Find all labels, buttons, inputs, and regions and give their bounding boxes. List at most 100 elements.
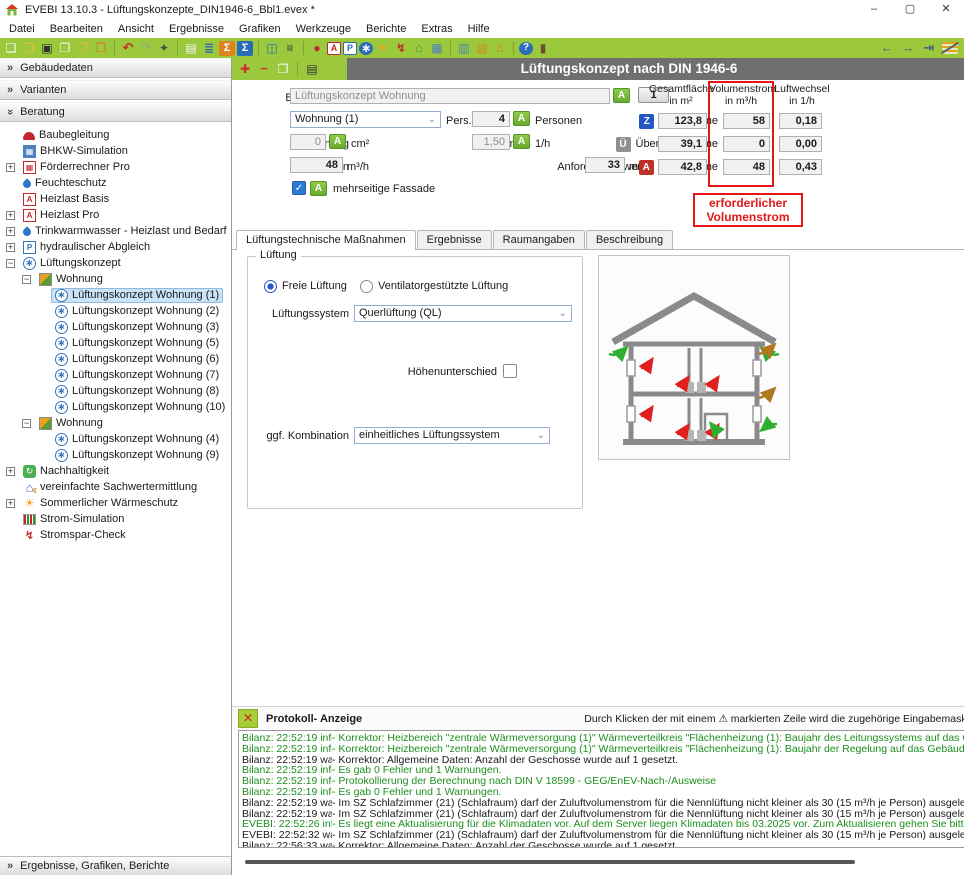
menu-item[interactable]: Grafiken — [232, 21, 289, 37]
goto-input-icon[interactable]: ⇥ — [921, 41, 937, 56]
bhkw-icon[interactable]: ▦ — [429, 41, 445, 56]
add-entry-icon[interactable]: ✚ — [237, 62, 253, 77]
tab[interactable]: Ergebnisse — [417, 230, 492, 249]
tree-item[interactable]: Lüftungskonzept Wohnung (6) — [0, 351, 231, 367]
log-entry[interactable]: Bilanz: 22:52:19 warn - Korrektor: Allge… — [242, 755, 964, 766]
tree-item[interactable]: Lüftungskonzept Wohnung (5) — [0, 335, 231, 351]
n50-input[interactable]: 1,50 — [472, 134, 510, 150]
sum-blue-icon[interactable]: Σ — [237, 41, 253, 56]
house-euro-icon[interactable]: ⌂ — [411, 41, 427, 56]
hoehenunterschied-checkbox[interactable] — [503, 364, 517, 378]
aoeffnung-input[interactable]: 0 — [290, 134, 326, 150]
door-icon[interactable]: ▮ — [535, 41, 551, 56]
import-folder-icon[interactable]: ❒ — [75, 41, 91, 56]
edit-values-icon[interactable] — [942, 42, 958, 54]
help-icon[interactable]: ? — [519, 42, 533, 55]
sidebar-section-beratung[interactable]: Beratung — [0, 102, 231, 122]
tree-item[interactable]: Nachhaltigkeit — [0, 463, 231, 479]
sidebar-section-ergebnisse[interactable]: Ergebnisse, Grafiken, Berichte — [0, 856, 231, 875]
report-icon[interactable]: ▤ — [183, 41, 199, 56]
menu-item[interactable]: Hilfe — [461, 21, 498, 37]
tree-list-icon[interactable]: ≡ — [282, 41, 298, 56]
roof-icon[interactable]: ⌂ — [492, 41, 508, 56]
assistant-button[interactable]: A — [513, 134, 530, 149]
tree-item[interactable]: Lüftungskonzept Wohnung (2) — [0, 303, 231, 319]
log-entry[interactable]: EVEBI: 22:52:32 warn - Im SZ Schlafzimme… — [242, 830, 964, 841]
heizlast-icon[interactable]: A — [327, 42, 341, 55]
save-icon[interactable]: ▣ — [39, 41, 55, 56]
tree-item[interactable]: Baubegleitung — [0, 127, 231, 143]
back-icon[interactable]: ← — [879, 41, 895, 56]
tree-item[interactable]: Wohnung — [0, 271, 231, 287]
tree-item[interactable]: Wohnung — [0, 415, 231, 431]
baubegleitung-icon[interactable]: ● — [309, 41, 325, 56]
wizard-icon[interactable]: ✦ — [156, 41, 172, 56]
copy-entry-icon[interactable]: ❐ — [275, 62, 291, 77]
expander-icon[interactable] — [6, 499, 15, 508]
log-entry[interactable]: Bilanz: 22:52:19 warn - Im SZ Schlafzimm… — [242, 798, 964, 809]
tree-item[interactable]: Lüftungskonzept Wohnung (4) — [0, 431, 231, 447]
expander-icon[interactable] — [6, 467, 15, 476]
expander-icon[interactable] — [6, 227, 15, 236]
lueftung-fan-icon[interactable]: ∗ — [359, 42, 373, 55]
radio-ventilatorgestuetzt[interactable]: Ventilatorgestützte Lüftung — [360, 279, 508, 293]
minimize-button[interactable]: – — [856, 0, 892, 20]
tab[interactable]: Lüftungstechnische Maßnahmen — [236, 230, 416, 250]
expander-icon[interactable] — [6, 211, 15, 220]
log-horizontal-scrollbar[interactable] — [240, 858, 956, 866]
flowchart-icon[interactable]: ◫ — [264, 41, 280, 56]
tree-item[interactable]: Lüftungskonzept Wohnung (3) — [0, 319, 231, 335]
maximize-button[interactable]: ▢ — [892, 0, 928, 20]
tree-item[interactable]: Lüftungskonzept — [0, 255, 231, 271]
expander-icon[interactable] — [22, 275, 31, 284]
tree-item[interactable]: Sommerlicher Wärmeschutz — [0, 495, 231, 511]
tree-item[interactable]: Strom-Simulation — [0, 511, 231, 527]
kombination-select[interactable]: einheitliches Lüftungssystem — [354, 427, 550, 444]
scrollbar-thumb[interactable] — [245, 860, 855, 864]
sum-orange-icon[interactable]: Σ — [219, 41, 235, 56]
log-entry[interactable]: Bilanz: 22:52:19 info - Es gab 0 Fehler … — [242, 765, 964, 776]
infiltration-input[interactable]: 48 — [290, 157, 343, 173]
tree-item[interactable]: vereinfachte Sachwertermittlung — [0, 479, 231, 495]
assistant-button[interactable]: A — [613, 88, 630, 103]
assistant-button[interactable]: A — [329, 134, 346, 149]
tree-item[interactable]: Lüftungskonzept Wohnung (10) — [0, 399, 231, 415]
tree-item[interactable]: Förderrechner Pro — [0, 159, 231, 175]
assistant-button[interactable]: A — [310, 181, 327, 196]
log-entry[interactable]: Bilanz: 22:52:19 info - Korrektor: Heizb… — [242, 733, 964, 744]
forward-icon[interactable]: → — [900, 41, 916, 56]
values-list-icon[interactable]: ≣ — [201, 41, 217, 56]
expander-icon[interactable] — [6, 259, 15, 268]
tree-item[interactable]: Lüftungskonzept Wohnung (1) — [0, 287, 231, 303]
fassade-checkbox[interactable]: ✓ — [292, 181, 306, 195]
personen-input[interactable]: 4 — [472, 111, 510, 127]
open-folder-icon[interactable]: ❒ — [21, 41, 37, 56]
tree-item[interactable]: Stromspar-Check — [0, 527, 231, 543]
tree-item[interactable]: BHKW-Simulation — [0, 143, 231, 159]
redo-icon[interactable]: ↷ — [138, 41, 154, 56]
paste-entry-icon[interactable]: ▤ — [304, 62, 320, 77]
wohnung-select[interactable]: Wohnung (1) — [290, 111, 441, 128]
tree-item[interactable]: Feuchteschutz — [0, 175, 231, 191]
menu-item[interactable]: Datei — [2, 21, 43, 37]
log-entry[interactable]: Bilanz: 22:56:33 warn - Korrektor: Allge… — [242, 841, 964, 848]
undo-icon[interactable]: ↶ — [120, 41, 136, 56]
tree-item[interactable]: Heizlast Pro — [0, 207, 231, 223]
tab[interactable]: Raumangaben — [493, 230, 585, 249]
log-entry[interactable]: Bilanz: 22:52:19 info - Protokollierung … — [242, 776, 964, 787]
export-folder-icon[interactable]: ❒ — [93, 41, 109, 56]
close-protokoll-button[interactable]: ✕ — [238, 709, 258, 728]
copy-icon[interactable]: ❐ — [57, 41, 73, 56]
expander-icon[interactable] — [6, 243, 15, 252]
radio-freie-lueftung[interactable]: Freie Lüftung — [264, 279, 347, 293]
tab[interactable]: Beschreibung — [586, 230, 673, 249]
new-file-icon[interactable]: ❏ — [3, 41, 19, 56]
menu-item[interactable]: Ergebnisse — [162, 21, 232, 37]
hydraulik-icon[interactable]: P — [343, 42, 357, 55]
menu-item[interactable]: Bearbeiten — [43, 21, 111, 37]
sun-icon[interactable]: ☀ — [375, 41, 391, 56]
remove-entry-icon[interactable]: − — [256, 62, 272, 77]
expander-icon[interactable] — [22, 419, 31, 428]
log-entry[interactable]: Bilanz: 22:52:19 warn - Im SZ Schlafzimm… — [242, 809, 964, 820]
bezeichnung-input[interactable]: Lüftungskonzept Wohnung — [290, 88, 610, 104]
